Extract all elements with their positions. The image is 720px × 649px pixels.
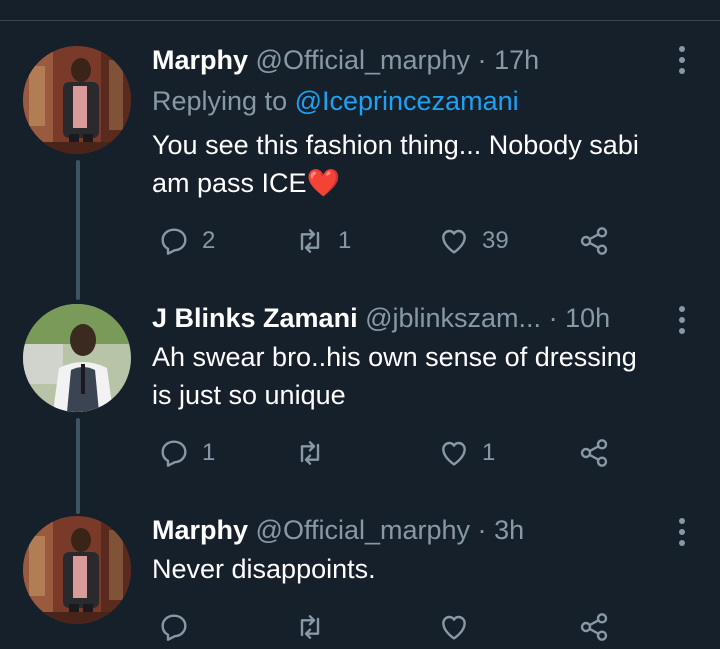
like-button[interactable]: 1: [438, 436, 495, 470]
like-button[interactable]: [438, 610, 470, 644]
tweet-text-line: You see this fashion thing... Nobody sab…: [152, 130, 639, 160]
display-name[interactable]: Marphy: [152, 45, 248, 75]
retweet-icon: [300, 441, 320, 465]
share-button[interactable]: [578, 436, 610, 470]
action-bar: 2 1 39: [152, 224, 632, 258]
share-icon: [580, 227, 608, 255]
action-bar: [152, 610, 632, 644]
reply-button[interactable]: 1: [158, 436, 215, 470]
action-bar: 1 1: [152, 436, 632, 470]
retweet-icon: [300, 615, 320, 639]
tweet-text-line: Never disappoints.: [152, 554, 376, 584]
retweet-button[interactable]: [294, 436, 338, 470]
reply-button[interactable]: [158, 610, 190, 644]
thread-line: [76, 418, 80, 514]
reply-icon: [161, 228, 187, 255]
heart-icon: [442, 229, 466, 254]
reply-count: 2: [202, 227, 216, 254]
separator-dot: ·: [548, 303, 558, 333]
more-vertical-icon[interactable]: [678, 306, 686, 339]
retweet-count: 1: [338, 227, 352, 254]
tweet-text: Ah swear bro..his own sense of dressing …: [152, 338, 692, 414]
replying-prefix: Replying to: [152, 86, 295, 116]
reply-icon: [161, 614, 187, 641]
separator-dot: ·: [477, 45, 487, 75]
red-heart-emoji: ❤️: [306, 168, 341, 198]
tweet-header: Marphy @Official_marphy · 3h: [152, 514, 660, 546]
user-handle[interactable]: @Official_marphy: [256, 515, 470, 545]
reply-button[interactable]: 2: [158, 224, 215, 258]
reply-icon: [161, 440, 187, 467]
tweet-text-line: is just so unique: [152, 380, 346, 410]
share-button[interactable]: [578, 224, 610, 258]
tweet[interactable]: Marphy @Official_marphy · 17h Replying t…: [0, 0, 720, 280]
avatar[interactable]: [23, 304, 131, 412]
like-count: 1: [482, 439, 496, 466]
tweet-text-line: am pass ICE❤️: [152, 168, 341, 198]
timestamp[interactable]: 3h: [494, 515, 524, 545]
avatar[interactable]: [23, 516, 131, 624]
like-count: 39: [482, 227, 509, 254]
tweet-text: Never disappoints.: [152, 550, 692, 588]
heart-icon: [442, 441, 466, 466]
share-icon: [580, 439, 608, 467]
share-button[interactable]: [578, 610, 610, 644]
mention-link[interactable]: @Iceprincezamani: [295, 86, 519, 116]
retweet-icon: [300, 229, 320, 253]
user-handle[interactable]: @Official_marphy: [256, 45, 470, 75]
heart-icon: [442, 615, 466, 640]
tweet-header: Marphy @Official_marphy · 17h: [152, 44, 660, 76]
tweet-text-line: Ah swear bro..his own sense of dressing: [152, 342, 637, 372]
reply-count: 1: [202, 439, 216, 466]
tweet-header: J Blinks Zamani @jblinkszam... · 10h: [152, 302, 660, 334]
retweet-button[interactable]: [294, 610, 326, 644]
replying-to: Replying to @Iceprincezamani: [152, 86, 519, 117]
more-vertical-icon[interactable]: [678, 46, 686, 79]
retweet-button[interactable]: 1: [294, 224, 351, 258]
timestamp[interactable]: 10h: [565, 303, 610, 333]
avatar[interactable]: [23, 46, 131, 154]
user-handle[interactable]: @jblinkszam...: [365, 303, 541, 333]
share-icon: [580, 613, 608, 641]
display-name[interactable]: J Blinks Zamani: [152, 303, 358, 333]
more-vertical-icon[interactable]: [678, 518, 686, 551]
display-name[interactable]: Marphy: [152, 515, 248, 545]
timestamp[interactable]: 17h: [494, 45, 539, 75]
like-button[interactable]: 39: [438, 224, 509, 258]
tweet-text: You see this fashion thing... Nobody sab…: [152, 126, 692, 202]
separator-dot: ·: [477, 515, 487, 545]
